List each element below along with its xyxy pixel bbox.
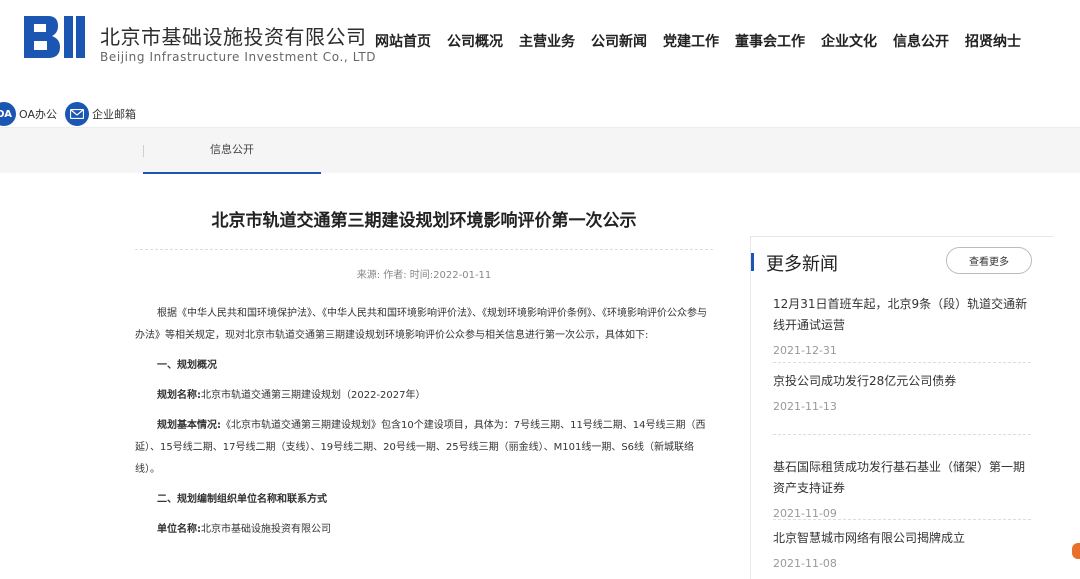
panel-accent-bar [751,253,754,271]
nav-info-disclosure[interactable]: 信息公开 [893,31,949,51]
nav-home[interactable]: 网站首页 [375,31,431,51]
company-logo[interactable] [22,12,86,62]
plan-name-row: 规划名称:北京市轨道交通第三期建设规划（2022-2027年） [135,385,713,407]
mail-label: 企业邮箱 [92,108,136,121]
mail-link[interactable]: 企业邮箱 [65,102,136,126]
panel-title: 更多新闻 [766,254,838,275]
article: 北京市轨道交通第三期建设规划环境影响评价第一次公示 来源: 作者: 时间:202… [135,190,713,549]
main-nav: 网站首页 公司概况 主营业务 公司新闻 党建工作 董事会工作 企业文化 信息公开… [375,31,1037,51]
plan-basic-row: 规划基本情况:《北京市轨道交通第三期建设规划》包含10个建设项目，具体为：7号线… [135,415,713,481]
plan-name-label: 规划名称: [157,390,201,401]
plan-basic-value: 《北京市轨道交通第三期建设规划》包含10个建设项目，具体为：7号线三期、11号线… [135,420,706,475]
unit-name-row: 单位名称:北京市基础设施投资有限公司 [135,519,713,541]
plan-basic-label: 规划基本情况: [157,420,221,431]
nav-main-business[interactable]: 主营业务 [519,31,575,51]
view-more-button[interactable]: 查看更多 [946,247,1032,274]
nav-careers[interactable]: 招贤纳士 [965,31,1021,51]
more-news-panel: 更多新闻 查看更多 12月31日首班车起，北京9条（段）轨道交通新线开通试运营 … [750,236,1054,579]
news-date: 2021-11-08 [773,557,837,570]
news-title[interactable]: 北京智慧城市网络有限公司揭牌成立 [773,528,1031,549]
brand-name-en: Beijing Infrastructure Investment Co., L… [100,50,377,64]
news-date: 2021-12-31 [773,344,837,357]
plan-name-value: 北京市轨道交通第三期建设规划（2022-2027年） [201,390,426,401]
title-divider [135,249,713,250]
list-item[interactable]: 12月31日首班车起，北京9条（段）轨道交通新线开通试运营 2021-12-31 [773,291,1031,363]
oa-label: OA办公 [19,108,57,121]
nav-party-work[interactable]: 党建工作 [663,31,719,51]
site-header: 北京市基础设施投资有限公司 Beijing Infrastructure Inv… [0,0,1080,80]
oa-link[interactable]: OA OA办公 [0,102,57,126]
news-date: 2021-11-13 [773,400,837,413]
quick-links: OA OA办公 企业邮箱 [0,102,144,126]
article-meta: 来源: 作者: 时间:2022-01-11 [356,270,492,281]
nav-company-news[interactable]: 公司新闻 [591,31,647,51]
news-date: 2021-11-09 [773,507,837,520]
news-title[interactable]: 基石国际租赁成功发行基石基业（储架）第一期资产支持证券 [773,457,1031,499]
list-item[interactable]: 京投公司成功发行28亿元公司债券 2021-11-13 [773,363,1031,435]
nav-company-overview[interactable]: 公司概况 [447,31,503,51]
section-heading-1: 一、规划概况 [157,360,217,371]
unit-name-label: 单位名称: [157,524,201,535]
article-title: 北京市轨道交通第三期建设规划环境影响评价第一次公示 [211,211,637,231]
news-title[interactable]: 京投公司成功发行28亿元公司债券 [773,371,1031,392]
news-list: 12月31日首班车起，北京9条（段）轨道交通新线开通试运营 2021-12-31… [773,291,1031,570]
subnav-current-tab[interactable]: 信息公开 [143,128,321,174]
list-item[interactable]: 北京智慧城市网络有限公司揭牌成立 2021-11-08 [773,520,1031,570]
floating-widget-tab[interactable] [1072,543,1080,559]
brand-text[interactable]: 北京市基础设施投资有限公司 Beijing Infrastructure Inv… [100,26,376,64]
oa-icon: OA [0,102,16,126]
list-item[interactable]: 基石国际租赁成功发行基石基业（储架）第一期资产支持证券 2021-11-09 [773,435,1031,520]
subnav-divider [143,145,144,157]
article-body: 根据《中华人民共和国环境保护法》、《中华人民共和国环境影响评价法》、《规划环境影… [135,303,713,541]
envelope-icon [65,102,89,126]
section-heading-2: 二、规划编制组织单位名称和联系方式 [157,494,327,505]
news-title[interactable]: 12月31日首班车起，北京9条（段）轨道交通新线开通试运营 [773,294,1031,336]
nav-corporate-culture[interactable]: 企业文化 [821,31,877,51]
sub-nav-bar: 信息公开 [0,127,1080,174]
intro-paragraph: 根据《中华人民共和国环境保护法》、《中华人民共和国环境影响评价法》、《规划环境影… [135,308,707,341]
brand-name-cn: 北京市基础设施投资有限公司 [100,25,367,49]
unit-name-value: 北京市基础设施投资有限公司 [201,524,331,535]
nav-board-work[interactable]: 董事会工作 [735,31,805,51]
